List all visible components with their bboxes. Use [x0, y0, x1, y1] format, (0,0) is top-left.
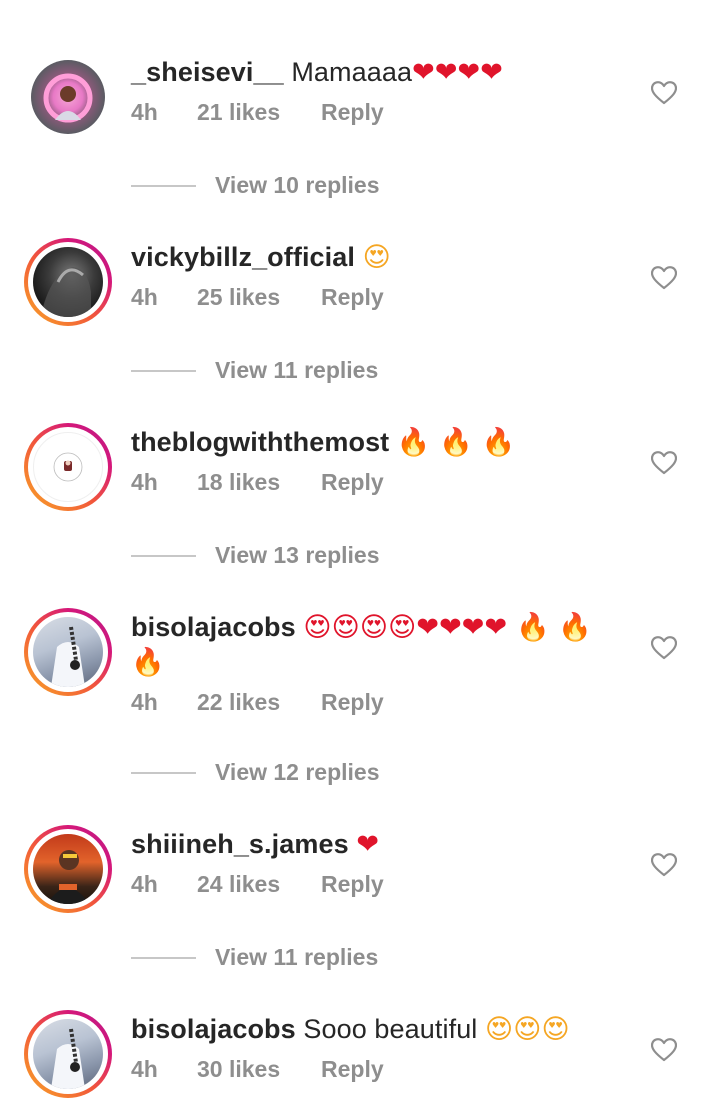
avatar[interactable] [24, 238, 112, 326]
view-replies-button[interactable]: View 11 replies [131, 944, 378, 971]
comment-username[interactable]: vickybillz_official [131, 242, 355, 272]
heart-outline-icon[interactable] [648, 262, 680, 294]
view-replies-label: View 13 replies [215, 542, 380, 568]
comment-body: shiiineh_s.james ❤ 4h 24 likes Reply [131, 827, 621, 898]
comment-likes[interactable]: 22 likes [197, 688, 321, 716]
comment-username[interactable]: theblogwiththemost [131, 427, 389, 457]
comment-likes[interactable]: 18 likes [197, 468, 321, 496]
avatar[interactable] [24, 423, 112, 511]
reply-button[interactable]: Reply [321, 688, 384, 716]
comment-likes[interactable]: 25 likes [197, 283, 321, 311]
reply-button[interactable]: Reply [321, 468, 384, 496]
comment-username[interactable]: _sheisevi__ [131, 57, 284, 87]
comment-likes[interactable]: 30 likes [197, 1055, 321, 1083]
avatar[interactable] [24, 608, 112, 696]
reply-button[interactable]: Reply [321, 283, 384, 311]
replies-divider [131, 369, 196, 372]
comment-body: vickybillz_official 😍 4h 25 likes Reply [131, 240, 621, 311]
view-replies-button[interactable]: View 11 replies [131, 357, 378, 384]
comment-time: 4h [131, 871, 158, 897]
view-replies-button[interactable]: View 10 replies [131, 172, 380, 199]
comment-username[interactable]: bisolajacobs [131, 612, 296, 642]
avatar[interactable] [24, 825, 112, 913]
comment-body: _sheisevi__ Mamaaaa❤❤❤❤ 4h 21 likes Repl… [131, 55, 621, 126]
reply-button[interactable]: Reply [321, 98, 384, 126]
comment-text: Mamaaaa [283, 57, 413, 87]
heart-outline-icon[interactable] [648, 1034, 680, 1066]
heart-outline-icon[interactable] [648, 849, 680, 881]
comment-username[interactable]: shiiineh_s.james [131, 829, 349, 859]
comment-likes[interactable]: 24 likes [197, 870, 321, 898]
comment-time: 4h [131, 99, 158, 125]
comment-body: bisolajacobs Sooo beautiful 😍😍😍 4h 30 li… [131, 1012, 621, 1083]
comment-emojis: 😍😍😍 [485, 1014, 570, 1045]
replies-divider [131, 771, 196, 774]
comment-text: Sooo beautiful [295, 1014, 486, 1044]
view-replies-button[interactable]: View 12 replies [131, 759, 380, 786]
heart-outline-icon[interactable] [648, 447, 680, 479]
comment-time: 4h [131, 284, 158, 310]
view-replies-button[interactable]: View 13 replies [131, 542, 380, 569]
comment-emojis: 🔥 🔥 🔥 [396, 427, 516, 458]
avatar[interactable] [31, 60, 105, 134]
comment-time: 4h [131, 689, 158, 715]
replies-divider [131, 184, 196, 187]
comment-username[interactable]: bisolajacobs [131, 1014, 296, 1044]
comment-likes[interactable]: 21 likes [197, 98, 321, 126]
replies-divider [131, 554, 196, 557]
view-replies-label: View 11 replies [215, 357, 379, 383]
view-replies-label: View 11 replies [215, 944, 379, 970]
comment-emojis: ❤ [356, 829, 380, 860]
heart-outline-icon[interactable] [648, 632, 680, 664]
heart-outline-icon[interactable] [648, 77, 680, 109]
replies-divider [131, 956, 196, 959]
comment-emojis: ❤❤❤❤ [412, 57, 504, 88]
comment-body: bisolajacobs 😍😍😍😍❤❤❤❤ 🔥 🔥 🔥 4h 22 likes … [131, 610, 621, 716]
reply-button[interactable]: Reply [321, 1055, 384, 1083]
comment-time: 4h [131, 1056, 158, 1082]
reply-button[interactable]: Reply [321, 870, 384, 898]
comment-text [355, 242, 363, 272]
comment-text [389, 427, 397, 457]
view-replies-label: View 10 replies [215, 172, 380, 198]
avatar[interactable] [24, 1010, 112, 1098]
view-replies-label: View 12 replies [215, 759, 380, 785]
comment-time: 4h [131, 469, 158, 495]
comment-emojis: 😍 [362, 242, 391, 273]
comment-body: theblogwiththemost 🔥 🔥 🔥 4h 18 likes Rep… [131, 425, 621, 496]
